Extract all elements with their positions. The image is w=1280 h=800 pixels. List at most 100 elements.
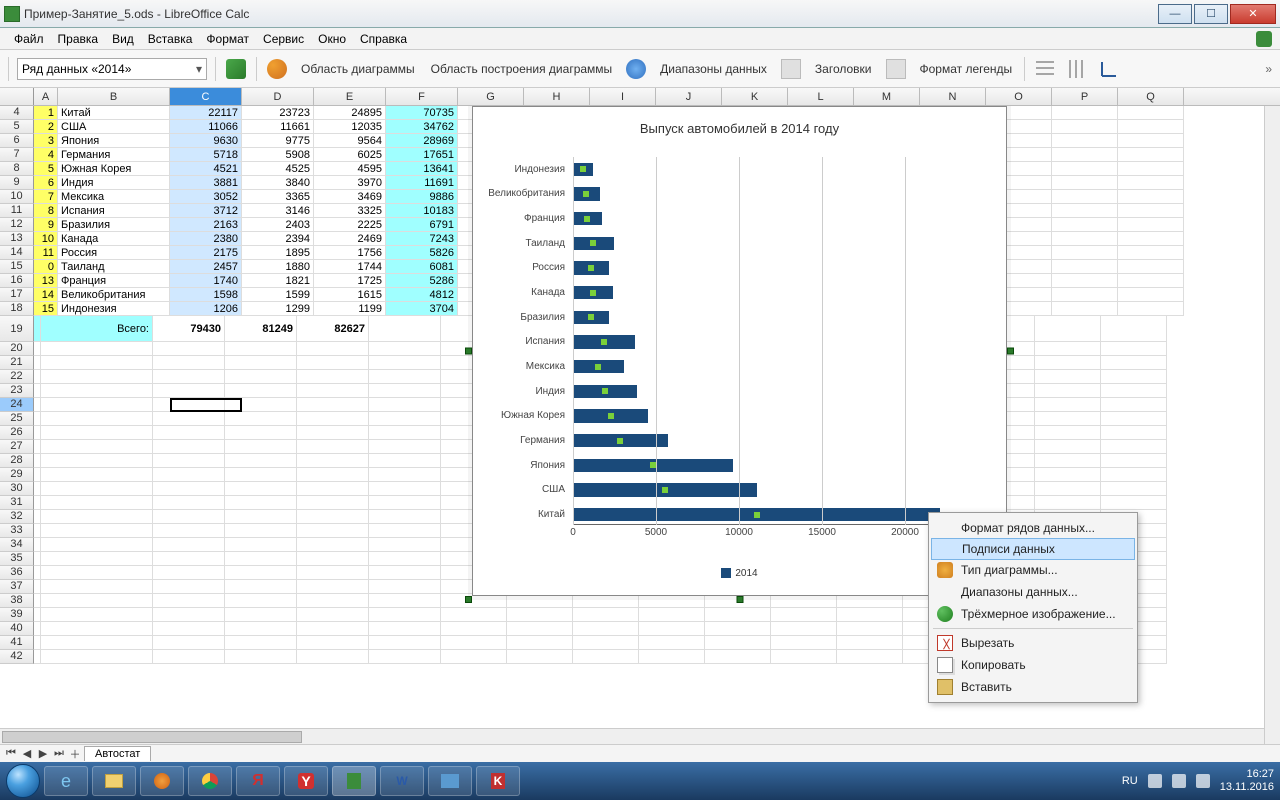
cell[interactable] (1101, 356, 1167, 370)
cell[interactable]: 11 (34, 246, 58, 260)
taskbar-ie[interactable]: e (44, 766, 88, 796)
cell[interactable] (225, 412, 297, 426)
cell[interactable]: Франция (58, 274, 170, 288)
cell[interactable] (573, 636, 639, 650)
col-header-L[interactable]: L (788, 88, 854, 105)
cell[interactable] (1052, 190, 1118, 204)
row-header[interactable]: 28 (0, 454, 34, 468)
col-header-N[interactable]: N (920, 88, 986, 105)
cell[interactable] (369, 468, 441, 482)
cell[interactable]: 6025 (314, 148, 386, 162)
cell[interactable]: 12035 (314, 120, 386, 134)
cell[interactable] (41, 370, 153, 384)
cell[interactable] (837, 594, 903, 608)
row-header[interactable]: 8 (0, 162, 34, 176)
tray-lang[interactable]: RU (1122, 775, 1138, 787)
cell[interactable]: 13641 (386, 162, 458, 176)
cell[interactable] (41, 384, 153, 398)
cell[interactable] (1101, 426, 1167, 440)
cell[interactable] (225, 426, 297, 440)
cell[interactable] (297, 552, 369, 566)
cell[interactable]: 1744 (314, 260, 386, 274)
col-header-B[interactable]: B (58, 88, 170, 105)
cell[interactable]: 1615 (314, 288, 386, 302)
cell[interactable]: Россия (58, 246, 170, 260)
cell[interactable]: 2163 (170, 218, 242, 232)
cell[interactable] (153, 650, 225, 664)
row-header[interactable]: 10 (0, 190, 34, 204)
cell[interactable] (771, 636, 837, 650)
context-menu-item[interactable]: Трёхмерное изображение... (931, 603, 1135, 625)
taskbar-calc[interactable] (332, 766, 376, 796)
cell[interactable]: 1206 (170, 302, 242, 316)
cell[interactable] (41, 482, 153, 496)
cell[interactable] (41, 454, 153, 468)
row-header[interactable]: 42 (0, 650, 34, 664)
cell[interactable] (297, 454, 369, 468)
cell[interactable] (369, 426, 441, 440)
cell[interactable] (369, 482, 441, 496)
palette-icon[interactable] (265, 57, 289, 81)
cell[interactable] (1101, 440, 1167, 454)
cell[interactable] (1118, 120, 1184, 134)
menu-файл[interactable]: Файл (8, 30, 50, 48)
cell[interactable] (1052, 148, 1118, 162)
cell[interactable]: Испания (58, 204, 170, 218)
cell[interactable] (1101, 316, 1167, 342)
row-header[interactable]: 24 (0, 398, 34, 412)
cell[interactable] (41, 398, 153, 412)
row-header[interactable]: 9 (0, 176, 34, 190)
cell[interactable] (34, 636, 41, 650)
cell[interactable] (41, 608, 153, 622)
cell[interactable] (1035, 342, 1101, 356)
cell[interactable] (34, 412, 41, 426)
col-header-A[interactable]: A (34, 88, 58, 105)
cell[interactable] (34, 524, 41, 538)
cell[interactable]: 4812 (386, 288, 458, 302)
cell[interactable]: 22117 (170, 106, 242, 120)
col-header-J[interactable]: J (656, 88, 722, 105)
cell[interactable]: 5 (34, 162, 58, 176)
select-all-corner[interactable] (0, 88, 34, 105)
cell[interactable] (1035, 370, 1101, 384)
cell[interactable]: 3881 (170, 176, 242, 190)
cell[interactable]: 4525 (242, 162, 314, 176)
tab-nav-last[interactable]: ⏭ (52, 747, 66, 760)
cell[interactable]: 6081 (386, 260, 458, 274)
taskbar-kompas[interactable]: K (476, 766, 520, 796)
cell[interactable]: Китай (58, 106, 170, 120)
cell[interactable] (153, 524, 225, 538)
chart-bar[interactable] (573, 286, 613, 300)
cell[interactable] (225, 496, 297, 510)
cell[interactable] (369, 524, 441, 538)
cell[interactable] (225, 538, 297, 552)
cell[interactable] (369, 622, 441, 636)
cell[interactable]: 4521 (170, 162, 242, 176)
cell[interactable] (369, 552, 441, 566)
cell[interactable] (153, 622, 225, 636)
taskbar-explorer[interactable] (92, 766, 136, 796)
row-header[interactable]: 14 (0, 246, 34, 260)
chart-bar[interactable] (573, 163, 593, 177)
chart-bar[interactable] (573, 212, 602, 226)
taskbar-yandex[interactable]: Я (236, 766, 280, 796)
context-menu-item[interactable]: Копировать (931, 654, 1135, 676)
cell[interactable]: 3146 (242, 204, 314, 218)
chart-bar[interactable] (573, 459, 733, 473)
row-header[interactable]: 23 (0, 384, 34, 398)
cell[interactable] (34, 468, 41, 482)
cell[interactable] (1035, 482, 1101, 496)
cell[interactable]: 2380 (170, 232, 242, 246)
toolbar-overflow[interactable]: » (1265, 62, 1272, 76)
cell[interactable] (639, 650, 705, 664)
close-button[interactable]: ✕ (1230, 4, 1276, 24)
cell[interactable] (1052, 246, 1118, 260)
cell[interactable] (1101, 412, 1167, 426)
cell[interactable] (1035, 316, 1101, 342)
cell[interactable]: 17651 (386, 148, 458, 162)
tab-nav-next[interactable]: ▶ (36, 747, 50, 760)
row-header[interactable]: 40 (0, 622, 34, 636)
cell[interactable]: 5826 (386, 246, 458, 260)
cell[interactable]: 3325 (314, 204, 386, 218)
tray-flag-icon[interactable] (1148, 774, 1162, 788)
